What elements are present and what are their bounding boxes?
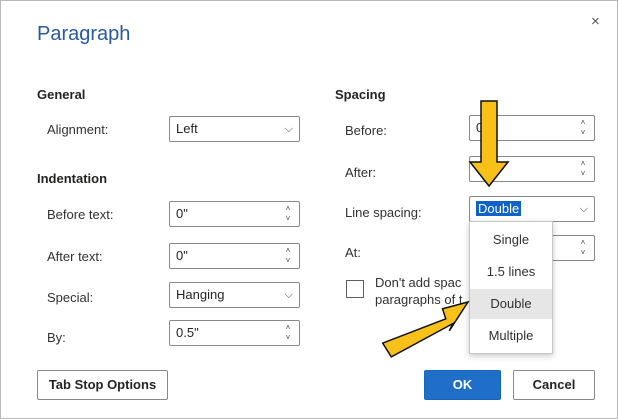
chevron-down-icon: ⌵ bbox=[284, 123, 293, 135]
line-spacing-value: Double bbox=[476, 201, 522, 216]
spinner-arrows-icon[interactable]: ˄ ˅ bbox=[283, 246, 293, 266]
spinner-arrows-icon[interactable]: ˄ ˅ bbox=[283, 323, 293, 343]
by-value: 0.5" bbox=[176, 325, 199, 340]
option-single[interactable]: Single bbox=[470, 225, 552, 255]
option-1-5-lines[interactable]: 1.5 lines bbox=[470, 257, 552, 287]
spinner-arrows-icon[interactable]: ˄ ˅ bbox=[578, 238, 588, 258]
before-text-label: Before text: bbox=[47, 207, 114, 222]
dont-add-space-label-line2: paragraphs of t bbox=[375, 292, 463, 307]
by-label: By: bbox=[47, 330, 66, 345]
after-text-spinner[interactable]: 0" ˄ ˅ bbox=[169, 243, 300, 269]
spacing-after-value: 8 bbox=[476, 161, 484, 176]
alignment-value: Left bbox=[176, 121, 198, 136]
alignment-select[interactable]: Left ⌵ bbox=[169, 116, 300, 142]
indentation-heading: Indentation bbox=[37, 171, 108, 186]
tab-stop-options-button[interactable]: Tab Stop Options bbox=[37, 370, 168, 400]
spacing-heading: Spacing bbox=[335, 87, 386, 102]
special-value: Hanging bbox=[176, 287, 225, 302]
line-spacing-dropdown-list: Single 1.5 lines Double Multiple bbox=[469, 221, 553, 354]
by-spinner[interactable]: 0.5" ˄ ˅ bbox=[169, 320, 300, 346]
dialog-title: Paragraph bbox=[37, 23, 131, 45]
special-label: Special: bbox=[47, 290, 94, 305]
general-heading: General bbox=[37, 87, 86, 102]
before-text-value: 0" bbox=[176, 206, 188, 221]
dont-add-space-label-line1: Don't add spac bbox=[375, 275, 462, 290]
chevron-down-icon: ⌵ bbox=[579, 203, 588, 215]
spacing-before-spinner[interactable]: 0 ˄ ˅ bbox=[469, 115, 595, 141]
spacing-before-label: Before: bbox=[345, 123, 387, 138]
after-text-value: 0" bbox=[176, 248, 188, 263]
chevron-down-icon: ⌵ bbox=[284, 289, 293, 301]
spacing-before-value: 0 bbox=[476, 120, 484, 135]
paragraph-dialog: Paragraph × General Alignment: Left ⌵ In… bbox=[0, 0, 618, 419]
spinner-arrows-icon[interactable]: ˄ ˅ bbox=[578, 118, 588, 138]
spinner-arrows-icon[interactable]: ˄ ˅ bbox=[578, 159, 588, 179]
after-text-label: After text: bbox=[47, 249, 103, 264]
option-double[interactable]: Double bbox=[470, 289, 552, 319]
close-icon[interactable]: × bbox=[591, 13, 600, 30]
dont-add-space-label: Don't add spac paragraphs of t bbox=[375, 274, 462, 308]
spacing-after-label: After: bbox=[345, 165, 377, 180]
before-text-spinner[interactable]: 0" ˄ ˅ bbox=[169, 201, 300, 227]
cancel-button[interactable]: Cancel bbox=[513, 370, 595, 400]
at-label: At: bbox=[345, 245, 361, 260]
line-spacing-select[interactable]: Double ⌵ bbox=[469, 196, 595, 222]
line-spacing-label: Line spacing: bbox=[345, 205, 422, 220]
spinner-arrows-icon[interactable]: ˄ ˅ bbox=[283, 204, 293, 224]
spacing-after-spinner[interactable]: 8 ˄ ˅ bbox=[469, 156, 595, 182]
ok-button[interactable]: OK bbox=[424, 370, 501, 400]
special-select[interactable]: Hanging ⌵ bbox=[169, 282, 300, 308]
alignment-label: Alignment: bbox=[47, 122, 109, 137]
option-multiple[interactable]: Multiple bbox=[470, 321, 552, 351]
dont-add-space-checkbox[interactable] bbox=[346, 280, 364, 298]
